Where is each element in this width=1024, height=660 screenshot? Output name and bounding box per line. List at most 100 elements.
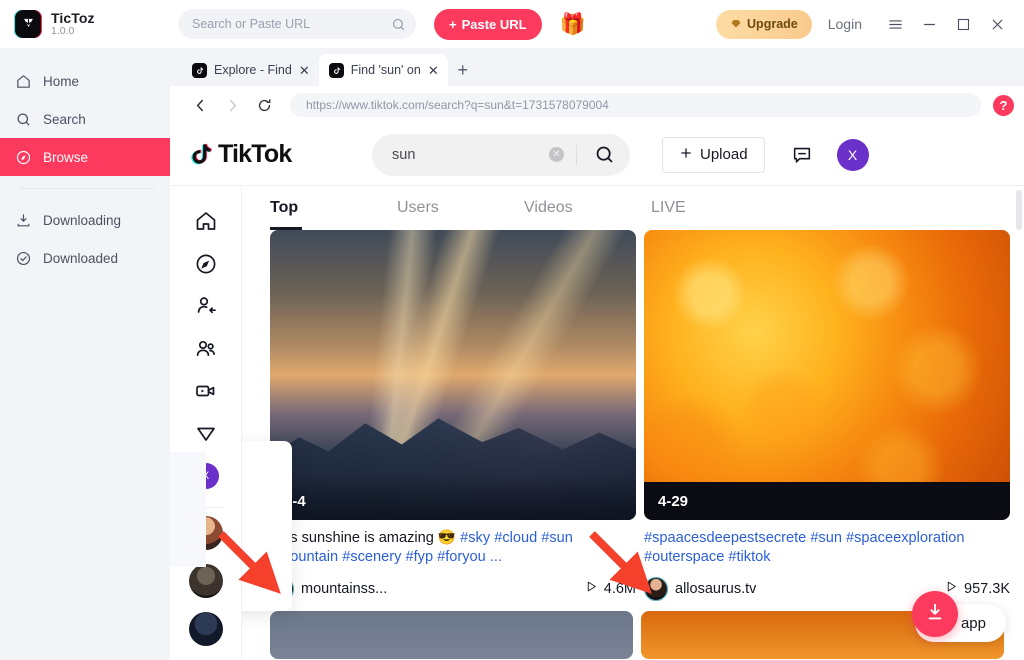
suggested-account-avatar[interactable] — [188, 563, 223, 598]
upgrade-button[interactable]: Upgrade — [716, 9, 812, 39]
upload-send-icon[interactable] — [194, 412, 218, 454]
close-icon[interactable]: ✕ — [428, 64, 439, 77]
tab-videos[interactable]: Videos — [524, 186, 651, 230]
new-tab-button[interactable]: + — [448, 54, 478, 86]
paste-url-button[interactable]: + Paste URL — [434, 8, 542, 40]
message-icon[interactable] — [791, 144, 813, 166]
close-icon[interactable]: ✕ — [299, 64, 310, 77]
avatar[interactable]: X — [836, 138, 869, 171]
page-scrollbar[interactable] — [1016, 190, 1022, 230]
upload-button[interactable]: Upload — [662, 136, 765, 173]
tiktok-search-results: Top Users Videos LIVE 7-4 This sunshine … — [242, 186, 1024, 660]
caption-text: This sunshine is amazing 😎 — [270, 530, 461, 546]
video-username: allosaurus.tv — [675, 580, 757, 597]
home-icon[interactable] — [194, 200, 218, 242]
sidebar-item-home[interactable]: Home — [0, 62, 170, 100]
sidebar-item-label: Downloading — [43, 212, 122, 228]
forward-arrow-icon — [218, 91, 246, 119]
embedded-browser: Explore - Find ✕ Find 'sun' on ✕ + https… — [170, 48, 1024, 660]
video-grid-row-2 — [270, 610, 1004, 659]
download-icon — [924, 601, 946, 628]
tiktok-search-box[interactable]: sun ✕ — [372, 133, 630, 176]
app-search-box[interactable] — [178, 9, 416, 39]
compass-icon — [14, 149, 32, 166]
sidebar-item-downloaded[interactable]: Downloaded — [0, 239, 170, 277]
caption-hashtags: #spaacesdeepestsecrete #sun #spaceexplor… — [644, 530, 965, 566]
video-grid: 7-4 This sunshine is amazing 😎 #sky #clo… — [270, 230, 1010, 601]
plus-icon: + — [449, 16, 457, 32]
get-app-label: app — [960, 614, 986, 632]
browser-urlbar: https://www.tiktok.com/search?q=sun&t=17… — [170, 86, 1024, 124]
reload-icon[interactable] — [250, 91, 278, 119]
titlebar-right-controls: Upgrade Login — [716, 7, 1024, 41]
tiktok-logo-text: TikTok — [218, 140, 292, 168]
help-button[interactable]: ? — [993, 94, 1014, 116]
tiktok-left-nav: X — [170, 186, 242, 660]
download-fab-button[interactable] — [912, 591, 958, 637]
video-meta: mountainss... 4.6M — [270, 576, 636, 601]
gift-icon[interactable]: 🎁 — [560, 14, 586, 35]
app-titlebar: TicToz 1.0.0 + Paste URL 🎁 Upgrade Login — [0, 0, 1024, 48]
tab-top[interactable]: Top — [270, 186, 397, 230]
close-icon[interactable] — [980, 7, 1014, 41]
login-button[interactable]: Login — [812, 16, 878, 32]
video-caption[interactable]: This sunshine is amazing 😎 #sky #cloud #… — [270, 529, 636, 568]
sidebar-item-label: Downloaded — [43, 250, 119, 266]
tiktok-body: X Top Users Videos LIVE — [170, 186, 1024, 660]
following-icon[interactable] — [194, 285, 218, 327]
thumbnail-art — [644, 230, 1010, 520]
app-search-input[interactable] — [192, 17, 385, 31]
avatar — [270, 576, 294, 601]
home-icon — [14, 73, 32, 90]
video-card[interactable]: 4-29 #spaacesdeepestsecrete #sun #spacee… — [644, 230, 1010, 601]
sidebar-item-label: Browse — [43, 149, 89, 165]
tab-live[interactable]: LIVE — [651, 186, 778, 230]
suggested-account-avatar[interactable] — [188, 611, 223, 646]
video-thumbnail[interactable]: 4-29 — [644, 230, 1010, 520]
tiktok-logo[interactable]: TikTok — [186, 140, 366, 169]
friends-icon[interactable] — [194, 327, 218, 369]
download-icon — [14, 212, 32, 229]
browser-tab-title: Find 'sun' on — [350, 63, 421, 77]
search-icon — [391, 17, 406, 32]
tab-users[interactable]: Users — [397, 186, 524, 230]
browser-tab-explore[interactable]: Explore - Find ✕ — [182, 54, 319, 86]
back-arrow-icon[interactable] — [186, 91, 214, 119]
video-card[interactable]: 7-4 This sunshine is amazing 😎 #sky #clo… — [270, 230, 636, 601]
clear-icon[interactable]: ✕ — [549, 147, 564, 162]
video-views: 957.3K — [945, 580, 1010, 597]
app-version: 1.0.0 — [51, 25, 75, 38]
video-author[interactable]: mountainss... — [270, 576, 387, 601]
browser-tab-find-sun[interactable]: Find 'sun' on ✕ — [318, 54, 448, 86]
video-caption[interactable]: #spaacesdeepestsecrete #sun #spaceexplor… — [644, 529, 1010, 568]
video-thumbnail[interactable]: 7-4 — [270, 230, 636, 520]
sidebar-item-downloading[interactable]: Downloading — [0, 201, 170, 239]
sidebar-divider — [20, 188, 154, 189]
video-author[interactable]: allosaurus.tv — [644, 576, 757, 601]
url-text: https://www.tiktok.com/search?q=sun&t=17… — [306, 98, 609, 112]
tiktok-header: TikTok sun ✕ Upload X — [170, 124, 1024, 186]
tiktok-page: TikTok sun ✕ Upload X Top Users Videos L… — [170, 124, 1024, 660]
video-thumbnail[interactable] — [270, 610, 633, 659]
maximize-icon[interactable] — [946, 7, 980, 41]
diamond-icon — [730, 17, 742, 32]
browser-tab-title: Explore - Find — [214, 63, 292, 77]
thumbnail-letterbox — [644, 482, 1010, 520]
search-icon[interactable] — [578, 134, 630, 176]
sidebar-item-search[interactable]: Search — [0, 100, 170, 138]
video-view-count: 957.3K — [964, 580, 1010, 597]
menu-icon[interactable] — [878, 7, 912, 41]
thumbnail-gradient — [270, 476, 636, 520]
sidebar-item-browse[interactable]: Browse — [0, 138, 170, 176]
url-input[interactable]: https://www.tiktok.com/search?q=sun&t=17… — [290, 93, 981, 117]
tiktok-search-value: sun — [392, 146, 416, 163]
explore-compass-icon[interactable] — [194, 242, 218, 284]
sidebar-item-label: Search — [43, 111, 86, 127]
minimize-icon[interactable] — [912, 7, 946, 41]
tiktok-result-tabs: Top Users Videos LIVE — [270, 186, 1004, 230]
upgrade-label: Upgrade — [747, 17, 798, 31]
live-video-icon[interactable] — [194, 370, 218, 412]
browser-tabstrip: Explore - Find ✕ Find 'sun' on ✕ + — [170, 48, 1024, 86]
search-icon — [14, 111, 32, 128]
avatar — [644, 576, 668, 601]
